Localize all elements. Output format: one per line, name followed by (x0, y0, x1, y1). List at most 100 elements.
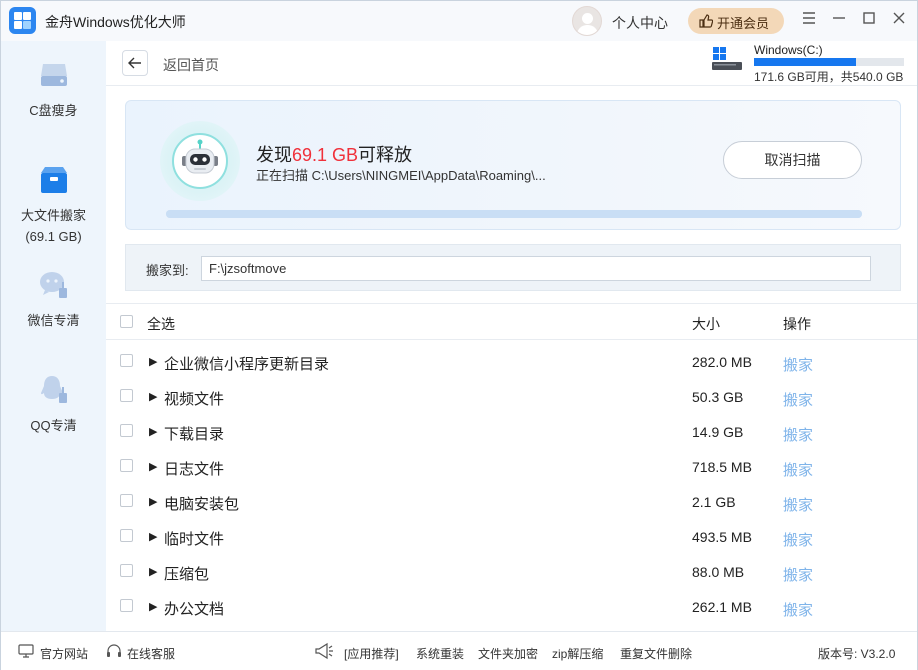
disk-icon (41, 64, 67, 86)
scan-path: 正在扫描 C:\Users\NINGMEI\AppData\Roaming\..… (256, 168, 546, 183)
select-all-checkbox[interactable] (120, 315, 133, 328)
row-checkbox[interactable] (120, 599, 133, 612)
back-home-link[interactable]: 返回首页 (163, 55, 219, 75)
move-button[interactable]: 搬家 (783, 564, 813, 585)
expand-arrow-icon[interactable]: ▶ (149, 495, 157, 508)
sidebar-item-label: 大文件搬家 (20, 208, 86, 223)
move-path-input[interactable] (201, 256, 871, 281)
sidebar: C盘瘦身 大文件搬家 (69.1 GB) 微信专清 QQ专清 (1, 41, 106, 631)
sidebar-item-label: C盘瘦身 (29, 103, 78, 118)
windows-drive-icon (712, 47, 742, 70)
table-row: ▶ 视频文件 50.3 GB 搬家 (106, 380, 917, 415)
expand-arrow-icon[interactable]: ▶ (149, 565, 157, 578)
move-button[interactable]: 搬家 (783, 459, 813, 480)
vip-button-label: 开通会员 (717, 16, 770, 31)
move-label: 搬家到: (146, 263, 189, 278)
footer-link-zip[interactable]: zip解压缩 (552, 645, 603, 662)
footer-link-duplicate-delete[interactable]: 重复文件删除 (620, 645, 692, 662)
close-icon[interactable] (889, 10, 909, 30)
wechat-clean-icon (40, 272, 67, 298)
scan-panel: 发现69.1 GB可释放 正在扫描 C:\Users\NINGMEI\AppDa… (125, 100, 901, 230)
table-row: ▶ 企业微信小程序更新目录 282.0 MB 搬家 (106, 345, 917, 380)
avatar[interactable] (572, 6, 602, 36)
online-service-link[interactable]: 在线客服 (127, 645, 175, 662)
drive-usage-bar (754, 58, 904, 66)
row-checkbox[interactable] (120, 564, 133, 577)
table-row: ▶ 日志文件 718.5 MB 搬家 (106, 450, 917, 485)
robot-icon (160, 121, 240, 201)
row-size: 262.1 MB (692, 599, 752, 615)
row-name: 压缩包 (164, 566, 210, 583)
row-name: 电脑安装包 (164, 496, 240, 513)
footer-link-folder-encrypt[interactable]: 文件夹加密 (478, 645, 538, 662)
expand-arrow-icon[interactable]: ▶ (149, 530, 157, 543)
row-size: 88.0 MB (692, 564, 745, 580)
footer-bar: 官方网站 在线客服 [应用推荐] 系统重装 文件夹加密 zip解压缩 重复文件删… (1, 631, 917, 670)
move-button[interactable]: 搬家 (783, 529, 813, 550)
menu-icon[interactable] (799, 10, 819, 30)
table-row: ▶ 压缩包 88.0 MB 搬家 (106, 555, 917, 590)
move-button[interactable]: 搬家 (783, 354, 813, 375)
monitor-icon (18, 644, 34, 658)
table-row: ▶ 办公文档 262.1 MB 搬家 (106, 590, 917, 625)
drive-name: Windows(C:) (754, 43, 823, 57)
drive-info: 171.6 GB可用，共540.0 GB (754, 70, 904, 84)
table-row: ▶ 临时文件 493.5 MB 搬家 (106, 520, 917, 555)
scan-progress-fill (166, 210, 862, 218)
scan-title: 发现69.1 GB可释放 (256, 145, 413, 165)
action-column-header: 操作 (783, 316, 811, 332)
sidebar-item-label: QQ专清 (30, 418, 77, 433)
move-destination-bar: 搬家到: (125, 244, 901, 291)
row-size: 718.5 MB (692, 459, 752, 475)
scan-progress-bar (166, 210, 862, 218)
row-name: 下载目录 (164, 426, 225, 443)
row-name: 临时文件 (164, 531, 225, 548)
sidebar-item-c-slim[interactable]: C盘瘦身 (1, 56, 106, 126)
row-size: 493.5 MB (692, 529, 752, 545)
official-site-link[interactable]: 官方网站 (40, 645, 88, 662)
sidebar-item-wechat-clean[interactable]: 微信专清 (1, 266, 106, 336)
app-title: 金舟Windows优化大师 (45, 14, 186, 30)
expand-arrow-icon[interactable]: ▶ (149, 390, 157, 403)
table-row: ▶ 电脑安装包 2.1 GB 搬家 (106, 485, 917, 520)
arrow-left-icon (128, 56, 142, 73)
megaphone-icon (315, 642, 333, 660)
headset-icon (107, 644, 121, 657)
vip-button[interactable]: 开通会员 (688, 8, 784, 34)
thumbs-up-icon (699, 14, 714, 31)
row-size: 14.9 GB (692, 424, 744, 440)
app-logo-icon (9, 7, 36, 34)
table-row: ▶ 下载目录 14.9 GB 搬家 (106, 415, 917, 450)
maximize-icon[interactable] (859, 10, 879, 30)
footer-link-system-reinstall[interactable]: 系统重装 (416, 645, 464, 662)
scan-found-size: 69.1 GB (292, 145, 359, 165)
version-label: 版本号: V3.2.0 (818, 647, 896, 661)
cancel-scan-button[interactable]: 取消扫描 (723, 141, 862, 179)
qq-clean-icon (41, 376, 67, 403)
move-button[interactable]: 搬家 (783, 389, 813, 410)
expand-arrow-icon[interactable]: ▶ (149, 460, 157, 473)
expand-arrow-icon[interactable]: ▶ (149, 600, 157, 613)
move-button[interactable]: 搬家 (783, 599, 813, 620)
row-checkbox[interactable] (120, 424, 133, 437)
row-checkbox[interactable] (120, 354, 133, 367)
app-window: 金舟Windows优化大师 个人中心 开通会员 C盘瘦身 大文件搬家 (69.1… (0, 0, 918, 670)
row-checkbox[interactable] (120, 529, 133, 542)
sidebar-item-large-file-move[interactable]: 大文件搬家 (69.1 GB) (1, 161, 106, 251)
user-center-link[interactable]: 个人中心 (612, 13, 668, 33)
move-button[interactable]: 搬家 (783, 494, 813, 515)
expand-arrow-icon[interactable]: ▶ (149, 355, 157, 368)
divider (106, 85, 917, 86)
move-button[interactable]: 搬家 (783, 424, 813, 445)
minimize-icon[interactable] (829, 10, 849, 30)
row-checkbox[interactable] (120, 494, 133, 507)
row-checkbox[interactable] (120, 459, 133, 472)
row-name: 办公文档 (164, 601, 225, 618)
row-checkbox[interactable] (120, 389, 133, 402)
size-column-header: 大小 (692, 316, 720, 332)
sidebar-item-label: 微信专清 (27, 313, 80, 328)
app-recommend-label: [应用推荐] (344, 647, 399, 661)
sidebar-item-qq-clean[interactable]: QQ专清 (1, 371, 106, 441)
expand-arrow-icon[interactable]: ▶ (149, 425, 157, 438)
back-button[interactable] (122, 50, 148, 76)
